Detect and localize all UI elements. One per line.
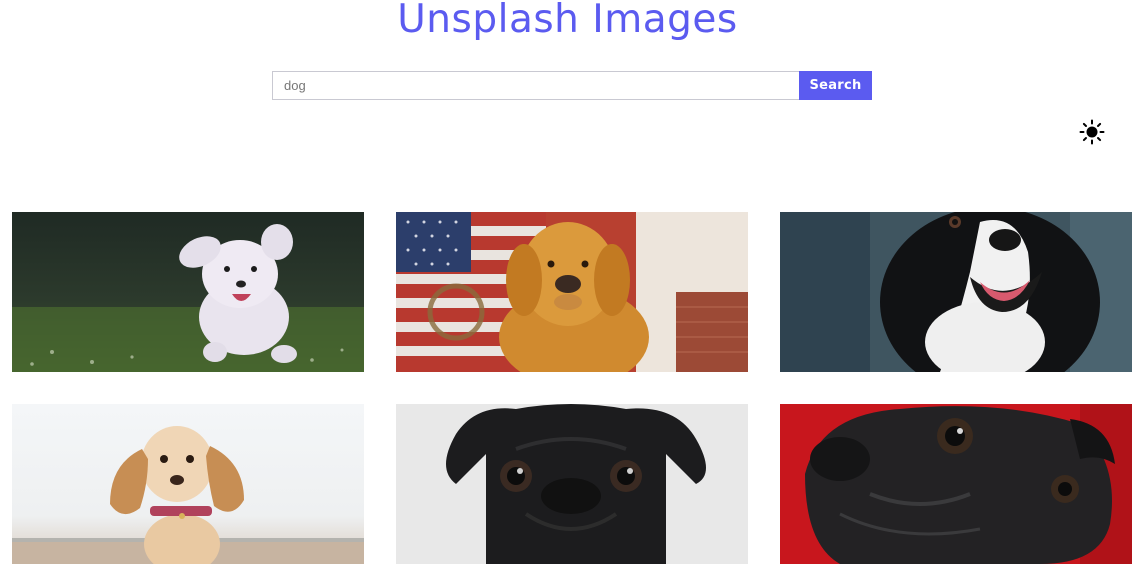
dog-photo	[12, 404, 364, 564]
dog-photo	[396, 212, 748, 372]
search-button[interactable]: Search	[799, 71, 872, 100]
image-card[interactable]	[396, 404, 748, 564]
page: Unsplash Images Search	[0, 0, 1135, 583]
dog-photo	[396, 404, 748, 564]
search-input[interactable]	[272, 71, 799, 100]
dog-photo	[12, 212, 364, 372]
dog-photo	[780, 404, 1132, 564]
sun-icon	[1079, 119, 1105, 145]
page-title: Unsplash Images	[397, 0, 738, 42]
image-card[interactable]	[12, 212, 364, 372]
image-card[interactable]	[12, 404, 364, 564]
search-form: Search	[272, 71, 872, 100]
dog-photo	[780, 212, 1132, 372]
image-card[interactable]	[780, 212, 1132, 372]
image-grid	[12, 212, 1132, 564]
image-card[interactable]	[780, 404, 1132, 564]
image-card[interactable]	[396, 212, 748, 372]
theme-toggle-button[interactable]	[1079, 119, 1105, 145]
